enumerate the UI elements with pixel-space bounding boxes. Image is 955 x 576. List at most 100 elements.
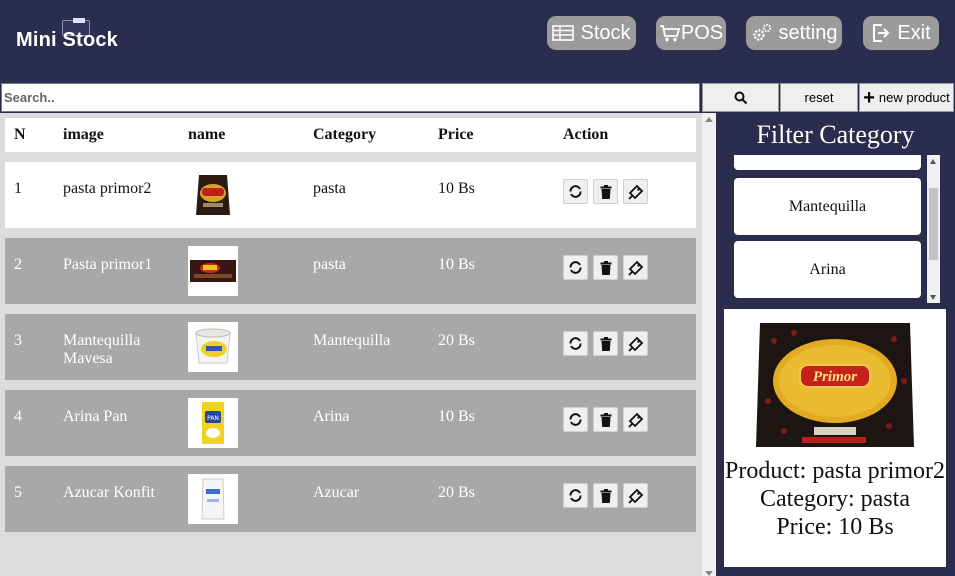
row-actions: [563, 483, 648, 508]
product-image: [188, 246, 238, 296]
product-image: PAN: [188, 398, 238, 448]
reset-button[interactable]: reset: [780, 83, 858, 112]
row-actions: [563, 331, 648, 356]
nav-exit-label: Exit: [897, 21, 931, 44]
header-price: Price: [438, 126, 474, 143]
refresh-icon: [569, 185, 582, 198]
table-header: N image name Category Price Action: [5, 118, 696, 152]
row-actions: [563, 255, 648, 280]
scroll-up-icon[interactable]: [930, 159, 936, 164]
row-price: 20 Bs: [438, 484, 475, 501]
refresh-icon: [569, 413, 582, 426]
row-category: Arina: [313, 408, 350, 425]
scroll-up-icon[interactable]: [705, 117, 713, 122]
scroll-down-icon[interactable]: [930, 295, 936, 300]
filter-title: Filter Category: [756, 120, 915, 149]
refresh-button[interactable]: [563, 255, 588, 280]
header-action: Action: [563, 126, 609, 143]
delete-button[interactable]: [593, 179, 618, 204]
table-scrollbar[interactable]: [702, 113, 716, 576]
logo-text: Mini Stock: [16, 29, 119, 51]
category-button-mantequilla[interactable]: Mantequilla: [734, 178, 921, 235]
row-actions: [563, 179, 648, 204]
row-name: Mantequilla Mavesa: [63, 332, 141, 367]
trash-icon: [600, 488, 611, 503]
row-number: 1: [14, 180, 22, 197]
delete-button[interactable]: [593, 255, 618, 280]
header-image: image: [63, 126, 104, 143]
row-actions: [563, 407, 648, 432]
table-icon: [552, 25, 575, 41]
gears-icon: [752, 23, 771, 41]
refresh-button[interactable]: [563, 407, 588, 432]
new-product-button[interactable]: + new product: [859, 83, 954, 112]
plus-icon: +: [863, 86, 875, 109]
nav-pos-button[interactable]: POS: [656, 16, 726, 50]
trash-icon: [600, 184, 611, 199]
row-price: 10 Bs: [438, 256, 475, 273]
row-category: pasta: [313, 180, 346, 197]
delete-button[interactable]: [593, 331, 618, 356]
edit-button[interactable]: [623, 483, 648, 508]
header-n: N: [14, 126, 26, 143]
refresh-button[interactable]: [563, 483, 588, 508]
nav-setting-button[interactable]: setting: [746, 16, 842, 50]
delete-button[interactable]: [593, 483, 618, 508]
product-detail-image: Primor: [756, 323, 914, 447]
edit-button[interactable]: [623, 331, 648, 356]
row-price: 10 Bs: [438, 180, 475, 197]
tag-edit-icon: [627, 336, 643, 352]
search-button[interactable]: [702, 83, 779, 112]
row-name: Azucar Konfit: [63, 484, 155, 501]
category-button-arina[interactable]: Arina: [734, 241, 921, 298]
category-scrollbar[interactable]: [927, 155, 940, 303]
category-list: Mantequilla Arina: [734, 155, 922, 303]
trash-icon: [600, 336, 611, 351]
refresh-button[interactable]: [563, 331, 588, 356]
nav-setting-label: setting: [778, 21, 838, 44]
detail-category: Category: pasta: [760, 486, 910, 512]
row-category: Azucar: [313, 484, 360, 501]
row-number: 5: [14, 484, 22, 501]
nav-pos-label: POS: [680, 21, 724, 44]
refresh-icon: [569, 337, 582, 350]
filter-panel: Filter Category Mantequilla Arina Primor…: [716, 113, 955, 576]
svg-text:Primor: Primor: [813, 369, 857, 385]
edit-button[interactable]: [623, 407, 648, 432]
tag-edit-icon: [627, 488, 643, 504]
row-category: Mantequilla: [313, 332, 391, 349]
row-number: 3: [14, 332, 22, 349]
refresh-icon: [569, 261, 582, 274]
trash-icon: [600, 260, 611, 275]
scroll-down-icon[interactable]: [705, 571, 713, 576]
product-table: N image name Category Price Action 1 pas…: [0, 113, 716, 576]
app-header: Mini Stock Stock POS setting Exit: [0, 0, 955, 82]
row-name: Pasta primor1: [63, 256, 153, 273]
search-icon: [734, 91, 747, 104]
row-price: 20 Bs: [438, 332, 475, 349]
category-button-hidden[interactable]: [734, 155, 921, 170]
scroll-thumb[interactable]: [929, 188, 938, 260]
row-name: pasta primor2: [63, 180, 152, 197]
row-number: 4: [14, 408, 22, 425]
refresh-button[interactable]: [563, 179, 588, 204]
table-row[interactable]: 5 Azucar Konfit Azucar 20 Bs: [5, 466, 696, 532]
table-row[interactable]: 3 Mantequilla Mavesa Mantequilla 20 Bs: [5, 314, 696, 380]
refresh-icon: [569, 489, 582, 502]
nav-stock-button[interactable]: Stock: [547, 16, 636, 50]
row-name: Arina Pan: [63, 408, 128, 425]
edit-button[interactable]: [623, 255, 648, 280]
trash-icon: [600, 412, 611, 427]
tag-edit-icon: [627, 412, 643, 428]
row-number: 2: [14, 256, 22, 273]
table-row[interactable]: 4 Arina Pan PAN Arina 10 Bs: [5, 390, 696, 456]
delete-button[interactable]: [593, 407, 618, 432]
table-row[interactable]: 2 Pasta primor1 pasta 10 Bs: [5, 238, 696, 304]
table-row[interactable]: 1 pasta primor2 pasta 10 Bs: [5, 162, 696, 228]
row-category: pasta: [313, 256, 346, 273]
search-input[interactable]: [1, 83, 700, 112]
nav-stock-label: Stock: [580, 21, 631, 44]
edit-button[interactable]: [623, 179, 648, 204]
row-price: 10 Bs: [438, 408, 475, 425]
nav-exit-button[interactable]: Exit: [863, 16, 939, 50]
